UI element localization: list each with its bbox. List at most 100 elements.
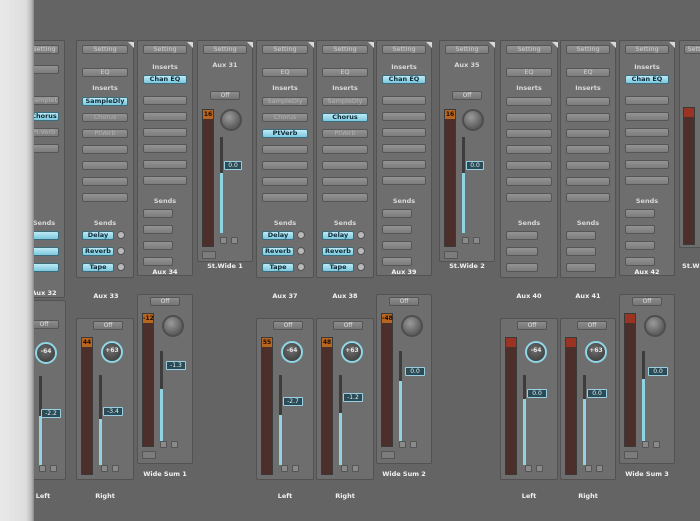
send-slot-2[interactable] — [143, 225, 173, 234]
insert-slot-2[interactable]: Chorus — [262, 113, 308, 122]
insert-slot-3[interactable] — [382, 112, 426, 121]
volume-readout[interactable]: 0.0 — [466, 161, 484, 170]
insert-slot-3[interactable]: PtVerb — [82, 129, 128, 138]
pan-knob[interactable]: -64 — [281, 341, 303, 363]
pan-knob[interactable]: +63 — [341, 341, 363, 363]
insert-slot-3[interactable] — [143, 112, 187, 121]
insert-slot-7[interactable] — [143, 176, 187, 185]
send-slot-3[interactable] — [382, 241, 412, 250]
solo-button[interactable] — [536, 465, 543, 472]
insert-slot-6[interactable] — [262, 177, 308, 186]
send-slot-3[interactable] — [143, 241, 173, 250]
insert-slot-6[interactable] — [506, 177, 552, 186]
insert-slot-1[interactable]: Chan EQ — [625, 75, 669, 84]
insert-slot-2[interactable] — [566, 113, 610, 122]
volume-readout[interactable]: -1.3 — [166, 361, 186, 370]
gain-knob[interactable] — [162, 315, 184, 337]
output-button[interactable] — [381, 451, 395, 459]
insert-slot-4[interactable] — [322, 145, 368, 154]
send-tape[interactable]: Tape — [82, 263, 114, 272]
volume-readout[interactable]: 0.0 — [648, 367, 668, 376]
automation-off-button[interactable]: Off — [210, 91, 240, 100]
volume-readout[interactable]: 0.0 — [405, 367, 425, 376]
volume-fader[interactable] — [160, 351, 163, 441]
setting-button[interactable]: Setting — [34, 45, 59, 54]
gain-knob[interactable] — [644, 315, 666, 337]
send-slot-1[interactable] — [566, 231, 596, 240]
automation-off-button[interactable]: Off — [517, 321, 547, 330]
insert-slot-5[interactable] — [566, 161, 610, 170]
insert-slot-3[interactable] — [506, 129, 552, 138]
send-slot-2[interactable] — [34, 247, 59, 256]
mute-button[interactable] — [585, 465, 592, 472]
insert-slot-3[interactable] — [625, 112, 669, 121]
mute-button[interactable] — [462, 237, 469, 244]
eq-button[interactable]: EQ — [566, 68, 610, 77]
solo-button[interactable] — [292, 465, 299, 472]
send-delay[interactable]: Delay — [262, 231, 294, 240]
automation-off-button[interactable]: Off — [93, 321, 123, 330]
insert-slot-7[interactable] — [625, 176, 669, 185]
volume-fader[interactable] — [39, 376, 42, 466]
insert-slot-3[interactable]: PtVerb — [262, 129, 308, 138]
insert-slot-1[interactable]: SampleDly — [34, 96, 59, 105]
automation-off-button[interactable]: Off — [273, 321, 303, 330]
insert-slot-5[interactable] — [143, 144, 187, 153]
insert-slot-1[interactable]: SampleDly — [262, 97, 308, 106]
setting-button[interactable]: Setting — [82, 45, 128, 54]
insert-slot-4[interactable] — [262, 145, 308, 154]
setting-button[interactable]: Setting — [262, 45, 308, 54]
send-level-knob[interactable] — [297, 263, 305, 271]
setting-button[interactable]: Setting — [445, 45, 489, 54]
send-delay[interactable]: Delay — [322, 231, 354, 240]
volume-readout[interactable]: -1.2 — [343, 393, 363, 402]
insert-slot-4[interactable] — [143, 128, 187, 137]
insert-slot-4[interactable] — [506, 145, 552, 154]
pan-knob[interactable]: -64 — [525, 341, 547, 363]
insert-slot-7[interactable] — [82, 193, 128, 202]
volume-readout[interactable]: -3.4 — [103, 407, 123, 416]
automation-off-button[interactable]: Off — [333, 321, 363, 330]
pan-knob[interactable]: -64 — [35, 342, 57, 364]
insert-slot-6[interactable] — [625, 160, 669, 169]
insert-slot-7[interactable] — [262, 193, 308, 202]
setting-button[interactable]: Setting — [382, 45, 426, 54]
solo-button[interactable] — [473, 237, 480, 244]
send-slot-1[interactable] — [143, 209, 173, 218]
insert-slot-2[interactable] — [625, 96, 669, 105]
mute-button[interactable] — [399, 441, 406, 448]
insert-slot-6[interactable] — [143, 160, 187, 169]
automation-off-button[interactable]: Off — [150, 297, 180, 306]
output-button[interactable] — [624, 451, 638, 459]
send-slot-2[interactable] — [566, 247, 596, 256]
mute-button[interactable] — [341, 465, 348, 472]
insert-slot-7[interactable] — [566, 193, 610, 202]
mute-button[interactable] — [642, 441, 649, 448]
insert-slot-4[interactable] — [382, 128, 426, 137]
send-slot-1[interactable] — [382, 209, 412, 218]
send-slot-4[interactable] — [625, 257, 655, 266]
automation-off-button[interactable]: Off — [452, 91, 482, 100]
send-slot-4[interactable] — [143, 257, 173, 266]
solo-button[interactable] — [50, 465, 57, 472]
insert-slot-7[interactable] — [322, 193, 368, 202]
gain-knob[interactable] — [401, 315, 423, 337]
mute-button[interactable] — [101, 465, 108, 472]
mute-button[interactable] — [281, 465, 288, 472]
insert-slot-2[interactable] — [143, 96, 187, 105]
eq-button[interactable]: EQ — [322, 68, 368, 77]
send-slot-1[interactable] — [34, 231, 59, 240]
send-slot-3[interactable] — [506, 263, 538, 272]
mute-button[interactable] — [220, 237, 227, 244]
pan-knob[interactable]: +63 — [585, 341, 607, 363]
send-slot-3[interactable] — [34, 263, 59, 272]
insert-slot-7[interactable] — [382, 176, 426, 185]
send-level-knob[interactable] — [297, 231, 305, 239]
send-tape[interactable]: Tape — [262, 263, 294, 272]
solo-button[interactable] — [171, 441, 178, 448]
insert-slot-4[interactable] — [82, 145, 128, 154]
insert-slot-3[interactable]: Pi.Verb — [34, 128, 59, 137]
insert-slot-6[interactable] — [382, 160, 426, 169]
send-slot-1[interactable] — [625, 209, 655, 218]
volume-fader[interactable] — [220, 137, 223, 233]
